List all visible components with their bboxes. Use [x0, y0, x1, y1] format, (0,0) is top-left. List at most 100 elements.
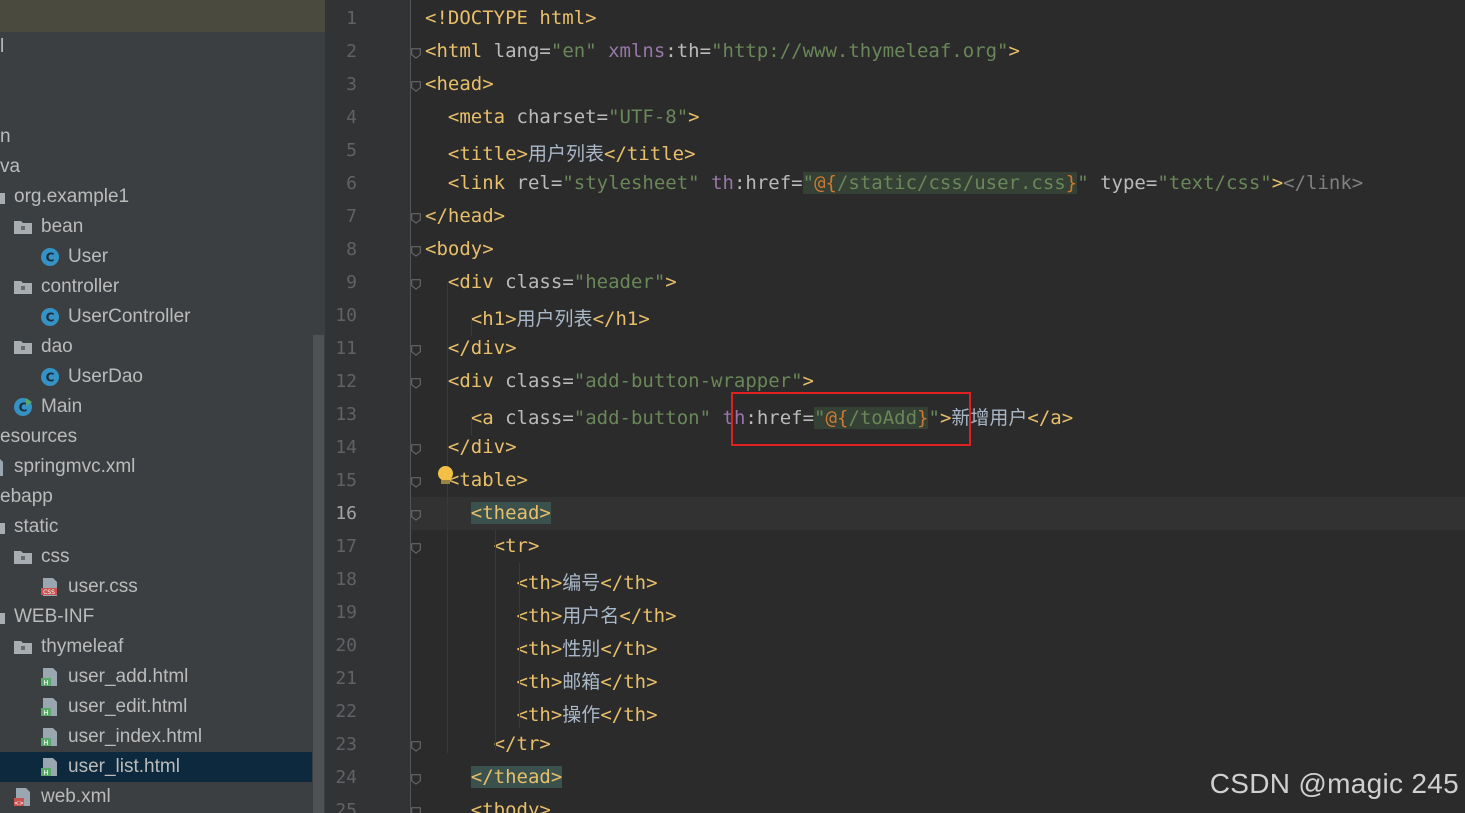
tree-item[interactable]: Huser_edit.html — [0, 692, 312, 722]
tree-item[interactable]: WEB-INF — [0, 602, 312, 632]
tree-item[interactable]: C UserDao — [0, 362, 312, 392]
fold-marker-icon[interactable] — [410, 376, 422, 390]
tree-item[interactable]: ebapp — [0, 482, 312, 512]
fold-marker-icon[interactable] — [410, 343, 422, 357]
code-line[interactable]: </head> — [425, 205, 505, 227]
fold-marker-icon[interactable] — [410, 541, 422, 555]
code-line[interactable]: <head> — [425, 73, 494, 95]
tree-item[interactable]: css — [0, 542, 312, 572]
fold-marker-icon[interactable] — [410, 475, 422, 489]
tree-item-label: user_list.html — [68, 756, 180, 777]
folder-icon — [13, 277, 33, 297]
tree-item-label: web.xml — [41, 786, 111, 807]
line-number: 2 — [346, 41, 357, 62]
code-line[interactable]: <tbody> — [425, 799, 551, 813]
project-tree-header — [0, 0, 325, 32]
tree-item-label: bean — [41, 216, 84, 237]
indent-guide — [519, 563, 520, 728]
tree-item[interactable]: Huser_list.html — [0, 752, 312, 782]
html-file-icon: H — [40, 757, 60, 777]
folder-icon — [13, 547, 33, 567]
tree-item[interactable]: esources — [0, 422, 312, 452]
tree-item[interactable]: <> web.xml — [0, 782, 312, 812]
code-line[interactable]: <th>用户名</th> — [425, 601, 677, 628]
tree-item-label: css — [41, 546, 70, 567]
tree-item[interactable]: C Main — [0, 392, 312, 422]
indent-guide — [495, 530, 496, 750]
fold-marker-icon[interactable] — [410, 805, 422, 813]
html-file-icon: H — [40, 667, 60, 687]
line-number: 5 — [346, 140, 357, 161]
line-number: 8 — [346, 239, 357, 260]
tree-item-label: va — [0, 156, 21, 177]
code-line[interactable]: <th>邮箱</th> — [425, 667, 658, 694]
tree-scrollbar[interactable] — [313, 335, 324, 813]
tree-item[interactable]: va — [0, 152, 312, 182]
fold-marker-icon[interactable] — [410, 46, 422, 60]
tree-item-label: ebapp — [0, 486, 53, 507]
fold-marker-icon[interactable] — [410, 277, 422, 291]
tree-item[interactable]: C UserController — [0, 302, 312, 332]
code-line[interactable]: </tr> — [425, 733, 551, 755]
code-line[interactable]: <!DOCTYPE html> — [425, 7, 597, 29]
tree-item[interactable]: Huser_index.html — [0, 722, 312, 752]
package-icon — [0, 187, 6, 207]
code-line[interactable]: </div> — [425, 337, 517, 359]
tree-item[interactable]: C User — [0, 242, 312, 272]
intention-bulb-icon[interactable] — [438, 466, 453, 481]
svg-text:H: H — [43, 769, 48, 777]
tree-item[interactable]: l — [0, 32, 312, 62]
code-line[interactable]: <th>性别</th> — [425, 634, 658, 661]
line-number: 25 — [335, 800, 357, 813]
tree-item[interactable]: bean — [0, 212, 312, 242]
tree-item-label: user_add.html — [68, 666, 189, 687]
tree-item-label: esources — [0, 426, 78, 447]
line-number: 19 — [335, 602, 357, 623]
fold-marker-icon[interactable] — [410, 739, 422, 753]
code-line[interactable]: <link rel="stylesheet" th:href="@{/stati… — [425, 172, 1363, 194]
svg-text:<>: <> — [14, 800, 24, 807]
code-line[interactable]: <div class="header"> — [425, 271, 677, 293]
code-line[interactable]: <div class="add-button-wrapper"> — [425, 370, 814, 392]
tree-item-label: UserController — [68, 306, 191, 327]
tree-item[interactable]: controller — [0, 272, 312, 302]
code-line[interactable]: <thead> — [425, 502, 551, 524]
code-line[interactable]: <th>编号</th> — [425, 568, 658, 595]
html-file-icon: H — [40, 727, 60, 747]
fold-marker-icon[interactable] — [410, 442, 422, 456]
tree-item[interactable] — [0, 62, 312, 92]
code-line[interactable]: <meta charset="UTF-8"> — [425, 106, 700, 128]
code-line[interactable]: <tr> — [425, 535, 540, 557]
svg-text:C: C — [46, 311, 55, 325]
fold-marker-icon[interactable] — [410, 772, 422, 786]
line-number: 20 — [335, 635, 357, 656]
tree-item[interactable]: springmvc.xml — [0, 452, 312, 482]
line-number: 9 — [346, 272, 357, 293]
css-file-icon: CSS — [40, 577, 60, 597]
code-line[interactable]: <body> — [425, 238, 494, 260]
fold-marker-icon[interactable] — [410, 508, 422, 522]
code-line[interactable]: <th>操作</th> — [425, 700, 658, 727]
tree-item[interactable]: CSS user.css — [0, 572, 312, 602]
gutter-separator — [410, 0, 411, 813]
code-line[interactable]: <html lang="en" xmlns:th="http://www.thy… — [425, 40, 1020, 62]
tree-item[interactable]: Huser_add.html — [0, 662, 312, 692]
fold-marker-icon[interactable] — [410, 244, 422, 258]
folder-icon — [0, 607, 6, 627]
tree-item[interactable]: n — [0, 122, 312, 152]
tree-item[interactable]: static — [0, 512, 312, 542]
code-line[interactable]: </div> — [425, 436, 517, 458]
tree-item[interactable]: thymeleaf — [0, 632, 312, 662]
line-number: 6 — [346, 173, 357, 194]
tree-item[interactable]: org.example1 — [0, 182, 312, 212]
code-line[interactable]: <h1>用户列表</h1> — [425, 304, 650, 331]
tree-item[interactable] — [0, 92, 312, 122]
tree-item-label: l — [0, 36, 5, 57]
tree-item[interactable]: dao — [0, 332, 312, 362]
project-tree-panel[interactable]: l n va org.example1 bean C User controller C User… — [0, 0, 325, 813]
code-line[interactable]: <title>用户列表</title> — [425, 139, 696, 166]
line-number: 21 — [335, 668, 357, 689]
fold-marker-icon[interactable] — [410, 211, 422, 225]
fold-marker-icon[interactable] — [410, 79, 422, 93]
code-line[interactable]: </thead> — [425, 766, 563, 788]
